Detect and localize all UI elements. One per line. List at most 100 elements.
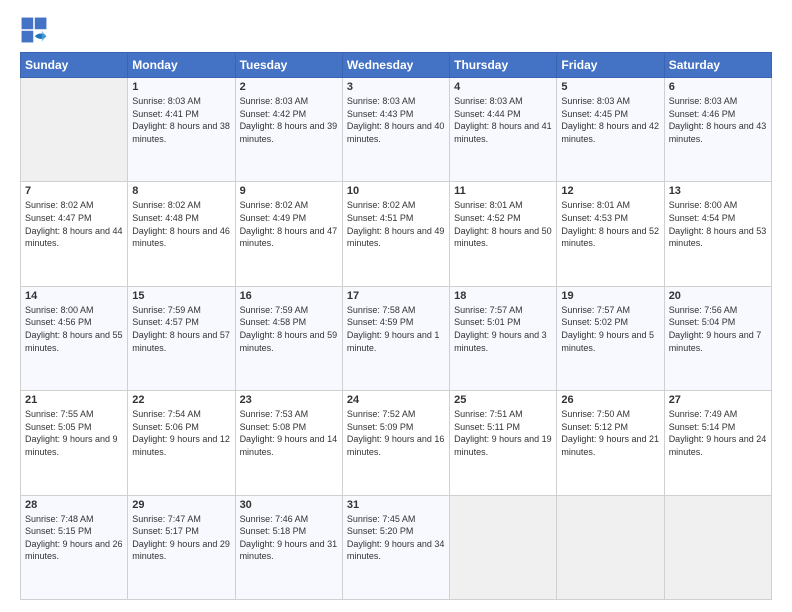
calendar-cell (450, 495, 557, 599)
day-number: 29 (132, 499, 230, 511)
day-number: 30 (240, 499, 338, 511)
cell-info: Sunrise: 8:00 AMSunset: 4:56 PMDaylight:… (25, 304, 123, 354)
header-tuesday: Tuesday (235, 53, 342, 78)
cell-info: Sunrise: 8:02 AMSunset: 4:49 PMDaylight:… (240, 199, 338, 249)
weekday-header-row: Sunday Monday Tuesday Wednesday Thursday… (21, 53, 772, 78)
calendar-cell: 12 Sunrise: 8:01 AMSunset: 4:53 PMDayligh… (557, 182, 664, 286)
calendar-cell: 1 Sunrise: 8:03 AMSunset: 4:41 PMDaylight… (128, 78, 235, 182)
logo-icon (20, 16, 48, 44)
page: Sunday Monday Tuesday Wednesday Thursday… (0, 0, 792, 612)
calendar-cell: 5 Sunrise: 8:03 AMSunset: 4:45 PMDaylight… (557, 78, 664, 182)
day-number: 28 (25, 499, 123, 511)
calendar-cell: 19 Sunrise: 7:57 AMSunset: 5:02 PMDayligh… (557, 286, 664, 390)
calendar-cell: 11Sunrise: 8:01 AMSunset: 4:52 PMDayligh… (450, 182, 557, 286)
calendar-cell: 10 Sunrise: 8:02 AMSunset: 4:51 PMDayligh… (342, 182, 449, 286)
calendar-cell: 25 Sunrise: 7:51 AMSunset: 5:11 PMDayligh… (450, 391, 557, 495)
calendar-cell: 18 Sunrise: 7:57 AMSunset: 5:01 PMDayligh… (450, 286, 557, 390)
cell-info: Sunrise: 7:45 AMSunset: 5:20 PMDaylight:… (347, 513, 445, 563)
day-number: 22 (132, 394, 230, 406)
calendar-cell: 21 Sunrise: 7:55 AMSunset: 5:05 PMDayligh… (21, 391, 128, 495)
cell-info: Sunrise: 7:57 AMSunset: 5:02 PMDaylight:… (561, 304, 659, 354)
header-wednesday: Wednesday (342, 53, 449, 78)
cell-info: Sunrise: 8:01 AMSunset: 4:53 PMDaylight:… (561, 199, 659, 249)
cell-info: Sunrise: 8:03 AMSunset: 4:44 PMDaylight:… (454, 95, 552, 145)
cell-info: Sunrise: 8:00 AMSunset: 4:54 PMDaylight:… (669, 199, 767, 249)
calendar-cell: 16Sunrise: 7:59 AMSunset: 4:58 PMDayligh… (235, 286, 342, 390)
day-number: 17 (347, 290, 445, 302)
cell-info: Sunrise: 7:51 AMSunset: 5:11 PMDaylight:… (454, 408, 552, 458)
day-number: 19 (561, 290, 659, 302)
cell-info: Sunrise: 7:46 AMSunset: 5:18 PMDaylight:… (240, 513, 338, 563)
day-number: 8 (132, 185, 230, 197)
cell-info: Sunrise: 8:03 AMSunset: 4:45 PMDaylight:… (561, 95, 659, 145)
cell-info: Sunrise: 8:03 AMSunset: 4:41 PMDaylight:… (132, 95, 230, 145)
day-number: 26 (561, 394, 659, 406)
cell-info: Sunrise: 8:02 AMSunset: 4:48 PMDaylight:… (132, 199, 230, 249)
header (20, 16, 772, 44)
cell-info: Sunrise: 8:03 AMSunset: 4:46 PMDaylight:… (669, 95, 767, 145)
day-number: 20 (669, 290, 767, 302)
day-number: 25 (454, 394, 552, 406)
day-number: 3 (347, 81, 445, 93)
calendar-cell: 6Sunrise: 8:03 AMSunset: 4:46 PMDaylight… (664, 78, 771, 182)
cell-info: Sunrise: 8:03 AMSunset: 4:42 PMDaylight:… (240, 95, 338, 145)
day-number: 1 (132, 81, 230, 93)
cell-info: Sunrise: 7:54 AMSunset: 5:06 PMDaylight:… (132, 408, 230, 458)
day-number: 10 (347, 185, 445, 197)
calendar-cell: 3 Sunrise: 8:03 AMSunset: 4:43 PMDaylight… (342, 78, 449, 182)
calendar-cell (664, 495, 771, 599)
day-number: 31 (347, 499, 445, 511)
header-sunday: Sunday (21, 53, 128, 78)
cell-info: Sunrise: 7:47 AMSunset: 5:17 PMDaylight:… (132, 513, 230, 563)
day-number: 21 (25, 394, 123, 406)
calendar-cell: 9 Sunrise: 8:02 AMSunset: 4:49 PMDaylight… (235, 182, 342, 286)
calendar-cell: 13 Sunrise: 8:00 AMSunset: 4:54 PMDayligh… (664, 182, 771, 286)
calendar-cell: 28 Sunrise: 7:48 AMSunset: 5:15 PMDayligh… (21, 495, 128, 599)
cell-info: Sunrise: 7:48 AMSunset: 5:15 PMDaylight:… (25, 513, 123, 563)
calendar-week-row: 7 Sunrise: 8:02 AMSunset: 4:47 PMDaylight… (21, 182, 772, 286)
day-number: 15 (132, 290, 230, 302)
header-friday: Friday (557, 53, 664, 78)
day-number: 23 (240, 394, 338, 406)
calendar-cell: 22 Sunrise: 7:54 AMSunset: 5:06 PMDayligh… (128, 391, 235, 495)
day-number: 2 (240, 81, 338, 93)
day-number: 14 (25, 290, 123, 302)
calendar-cell: 15Sunrise: 7:59 AMSunset: 4:57 PMDayligh… (128, 286, 235, 390)
cell-info: Sunrise: 8:03 AMSunset: 4:43 PMDaylight:… (347, 95, 445, 145)
cell-info: Sunrise: 8:02 AMSunset: 4:51 PMDaylight:… (347, 199, 445, 249)
day-number: 9 (240, 185, 338, 197)
cell-info: Sunrise: 7:53 AMSunset: 5:08 PMDaylight:… (240, 408, 338, 458)
cell-info: Sunrise: 7:49 AMSunset: 5:14 PMDaylight:… (669, 408, 767, 458)
calendar-week-row: 21 Sunrise: 7:55 AMSunset: 5:05 PMDayligh… (21, 391, 772, 495)
calendar-cell: 7 Sunrise: 8:02 AMSunset: 4:47 PMDaylight… (21, 182, 128, 286)
calendar-cell: 14 Sunrise: 8:00 AMSunset: 4:56 PMDayligh… (21, 286, 128, 390)
cell-info: Sunrise: 7:55 AMSunset: 5:05 PMDaylight:… (25, 408, 123, 458)
day-number: 12 (561, 185, 659, 197)
calendar-cell: 24 Sunrise: 7:52 AMSunset: 5:09 PMDayligh… (342, 391, 449, 495)
cell-info: Sunrise: 7:57 AMSunset: 5:01 PMDaylight:… (454, 304, 552, 354)
calendar-week-row: 28 Sunrise: 7:48 AMSunset: 5:15 PMDayligh… (21, 495, 772, 599)
cell-info: Sunrise: 8:02 AMSunset: 4:47 PMDaylight:… (25, 199, 123, 249)
calendar-cell: 23 Sunrise: 7:53 AMSunset: 5:08 PMDayligh… (235, 391, 342, 495)
logo (20, 16, 52, 44)
cell-info: Sunrise: 7:56 AMSunset: 5:04 PMDaylight:… (669, 304, 767, 354)
calendar-week-row: 1 Sunrise: 8:03 AMSunset: 4:41 PMDaylight… (21, 78, 772, 182)
header-monday: Monday (128, 53, 235, 78)
calendar-cell: 17 Sunrise: 7:58 AMSunset: 4:59 PMDayligh… (342, 286, 449, 390)
calendar-cell: 4 Sunrise: 8:03 AMSunset: 4:44 PMDaylight… (450, 78, 557, 182)
day-number: 13 (669, 185, 767, 197)
day-number: 7 (25, 185, 123, 197)
calendar-cell: 27 Sunrise: 7:49 AMSunset: 5:14 PMDayligh… (664, 391, 771, 495)
day-number: 4 (454, 81, 552, 93)
cell-info: Sunrise: 7:58 AMSunset: 4:59 PMDaylight:… (347, 304, 445, 354)
day-number: 18 (454, 290, 552, 302)
calendar-cell: 30 Sunrise: 7:46 AMSunset: 5:18 PMDayligh… (235, 495, 342, 599)
header-thursday: Thursday (450, 53, 557, 78)
day-number: 5 (561, 81, 659, 93)
day-number: 27 (669, 394, 767, 406)
calendar-cell: 8 Sunrise: 8:02 AMSunset: 4:48 PMDaylight… (128, 182, 235, 286)
cell-info: Sunrise: 7:52 AMSunset: 5:09 PMDaylight:… (347, 408, 445, 458)
day-number: 24 (347, 394, 445, 406)
calendar-cell: 26Sunrise: 7:50 AMSunset: 5:12 PMDayligh… (557, 391, 664, 495)
header-saturday: Saturday (664, 53, 771, 78)
